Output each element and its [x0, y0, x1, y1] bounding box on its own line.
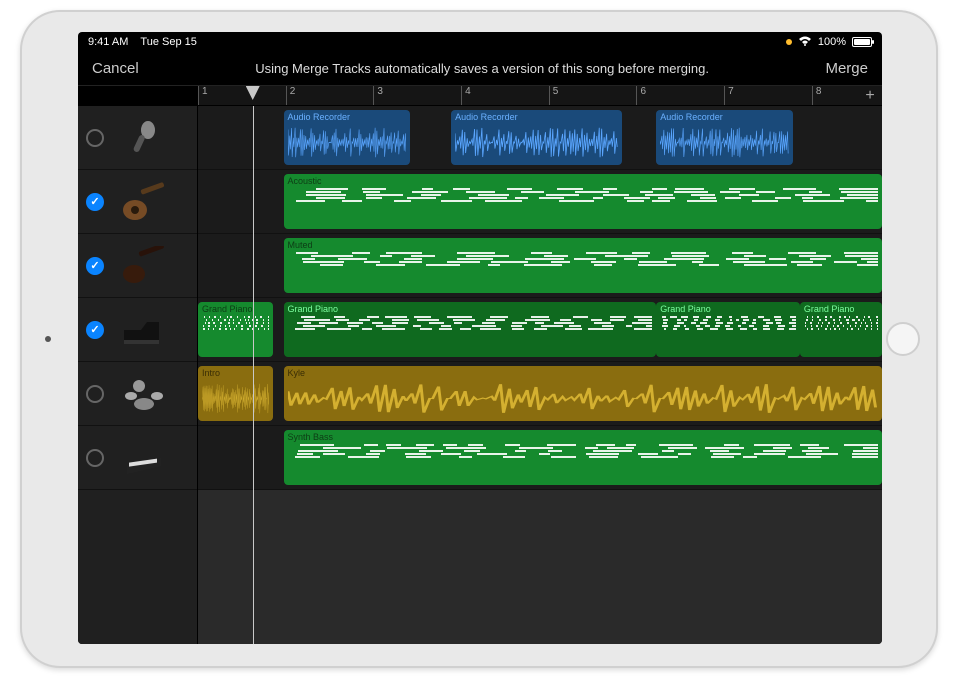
clip[interactable]: Intro: [198, 366, 273, 421]
camera-dot: [45, 336, 51, 342]
track-lane-acoustic[interactable]: Acoustic: [198, 170, 882, 234]
ruler-tick: 5: [549, 86, 559, 105]
track-lane-drums[interactable]: Intro Kyle: [198, 362, 882, 426]
clip-label: Grand Piano: [202, 304, 253, 314]
midi-notes-icon: [660, 316, 796, 353]
waveform-icon: [202, 380, 269, 417]
synth-icon: [114, 434, 174, 482]
clip[interactable]: Grand Piano: [284, 302, 657, 357]
track-header-acoustic[interactable]: [78, 170, 197, 234]
merge-message: Using Merge Tracks automatically saves a…: [139, 61, 826, 76]
ruler-tick: 1: [198, 86, 208, 105]
battery-pct: 100%: [818, 36, 846, 48]
clip-label: Kyle: [288, 368, 306, 378]
tracks-area: Audio Recorder Audio Recorder Audio Record…: [78, 106, 882, 644]
track-headers: [78, 106, 198, 644]
drums-icon: [114, 370, 174, 418]
recording-indicator-icon: [786, 39, 792, 45]
clip[interactable]: Audio Recorder: [656, 110, 793, 165]
clip-label: Grand Piano: [804, 304, 855, 314]
timeline-ruler[interactable]: + 1 2 3 4 5 6 7 8: [198, 86, 882, 106]
midi-notes-icon: [202, 316, 269, 353]
waveform-icon: [660, 124, 789, 161]
clip-label: Audio Recorder: [455, 112, 518, 122]
clip-label: Synth Bass: [288, 432, 334, 442]
midi-notes-icon: [288, 252, 879, 289]
clip[interactable]: Audio Recorder: [451, 110, 622, 165]
clip-label: Intro: [202, 368, 220, 378]
clip[interactable]: Grand Piano: [800, 302, 882, 357]
status-date: Tue Sep 15: [140, 36, 196, 48]
empty-tracks-area: [198, 490, 882, 644]
clip[interactable]: Acoustic: [284, 174, 883, 229]
cancel-button[interactable]: Cancel: [92, 60, 139, 77]
clip[interactable]: Synth Bass: [284, 430, 883, 485]
guitar-icon: [114, 178, 174, 226]
clip[interactable]: Grand Piano: [198, 302, 273, 357]
status-bar: 9:41 AM Tue Sep 15 100%: [78, 32, 882, 52]
clip-label: Audio Recorder: [288, 112, 351, 122]
microphone-icon: [114, 114, 174, 162]
track-select-checkbox[interactable]: [86, 449, 104, 467]
ruler-tick: 8: [812, 86, 822, 105]
merge-toolbar: Cancel Using Merge Tracks automatically …: [78, 52, 882, 86]
track-lane-audio-rec[interactable]: Audio Recorder Audio Recorder Audio Record…: [198, 106, 882, 170]
track-header-synth[interactable]: [78, 426, 197, 490]
clip-label: Acoustic: [288, 176, 322, 186]
clip[interactable]: Kyle: [284, 366, 883, 421]
track-header-audio-rec[interactable]: [78, 106, 197, 170]
clip-label: Audio Recorder: [660, 112, 723, 122]
track-lanes[interactable]: Audio Recorder Audio Recorder Audio Record…: [198, 106, 882, 644]
midi-notes-icon: [804, 316, 878, 353]
bass-icon: [114, 242, 174, 290]
waveform-icon: [455, 124, 618, 161]
ruler-tick: 2: [286, 86, 296, 105]
piano-icon: [114, 306, 174, 354]
track-header-piano[interactable]: [78, 298, 197, 362]
clip-label: Grand Piano: [660, 304, 711, 314]
track-lane-piano[interactable]: Grand Piano Grand Piano Grand Piano Grand P…: [198, 298, 882, 362]
midi-notes-icon: [288, 444, 879, 481]
midi-notes-icon: [288, 316, 653, 353]
track-select-checkbox[interactable]: [86, 257, 104, 275]
waveform-icon: [288, 380, 879, 417]
status-time: 9:41 AM: [88, 36, 128, 48]
track-select-checkbox[interactable]: [86, 321, 104, 339]
home-button[interactable]: [886, 322, 920, 356]
track-select-checkbox[interactable]: [86, 385, 104, 403]
add-section-button[interactable]: +: [862, 88, 878, 104]
track-select-checkbox[interactable]: [86, 129, 104, 147]
track-header-drums[interactable]: [78, 362, 197, 426]
waveform-icon: [288, 124, 407, 161]
ruler-tick: 4: [461, 86, 471, 105]
clip[interactable]: Audio Recorder: [284, 110, 411, 165]
battery-icon: [852, 37, 872, 47]
merge-button[interactable]: Merge: [825, 60, 868, 77]
wifi-icon: [798, 36, 812, 49]
ruler-tick: 7: [724, 86, 734, 105]
playhead-line: [253, 106, 254, 644]
ipad-frame: 9:41 AM Tue Sep 15 100% Cancel Using Mer…: [20, 10, 938, 668]
screen: 9:41 AM Tue Sep 15 100% Cancel Using Mer…: [78, 32, 882, 644]
track-lane-synth[interactable]: Synth Bass: [198, 426, 882, 490]
ruler-tick: 3: [373, 86, 383, 105]
clip[interactable]: Muted: [284, 238, 883, 293]
track-header-muted[interactable]: [78, 234, 197, 298]
clip-label: Grand Piano: [288, 304, 339, 314]
midi-notes-icon: [288, 188, 879, 225]
clip-label: Muted: [288, 240, 313, 250]
ruler-tick: 6: [636, 86, 646, 105]
playhead-marker[interactable]: [246, 86, 260, 100]
track-select-checkbox[interactable]: [86, 193, 104, 211]
clip[interactable]: Grand Piano: [656, 302, 800, 357]
track-lane-muted[interactable]: Muted: [198, 234, 882, 298]
